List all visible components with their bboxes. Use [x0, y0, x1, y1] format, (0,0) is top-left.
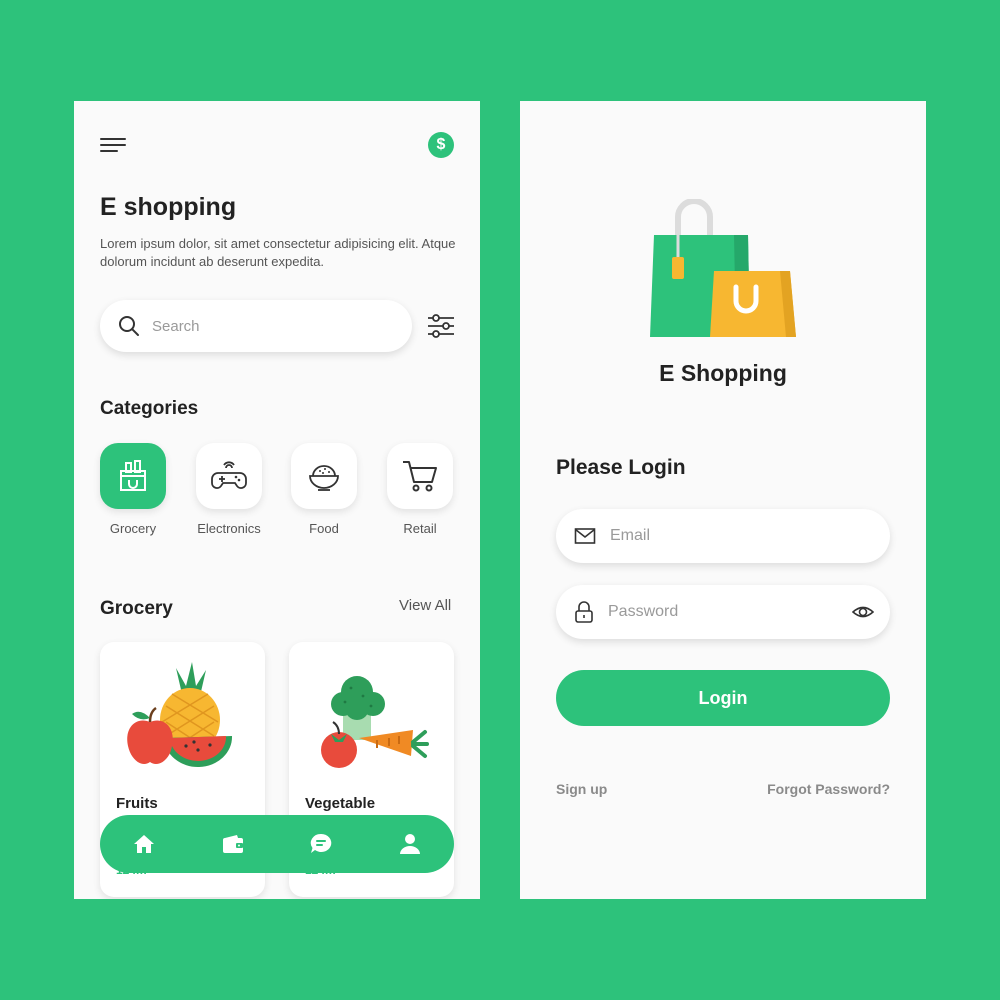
- home-screen: $ E shopping Lorem ipsum dolor, sit amet…: [74, 101, 480, 899]
- sign-up-link[interactable]: Sign up: [556, 781, 607, 797]
- eye-icon[interactable]: [852, 601, 874, 623]
- nav-profile[interactable]: [390, 824, 430, 864]
- category-label: Grocery: [109, 521, 157, 536]
- grocery-heading: Grocery: [100, 598, 173, 619]
- search-input[interactable]: [152, 317, 372, 335]
- email-field[interactable]: [556, 509, 890, 563]
- login-screen: E Shopping Please Login Login Sign up Fo…: [520, 101, 926, 899]
- dollar-coin-icon[interactable]: $: [428, 132, 454, 158]
- nav-chat[interactable]: [301, 824, 341, 864]
- login-button[interactable]: Login: [556, 670, 890, 726]
- grocery-bag-icon: [120, 460, 146, 491]
- category-tile[interactable]: [100, 443, 166, 509]
- view-all-link[interactable]: View All: [399, 597, 451, 614]
- categories-heading: Categories: [100, 398, 199, 419]
- mail-icon: [574, 528, 596, 544]
- category-food[interactable]: Food: [289, 443, 359, 536]
- category-tile[interactable]: [196, 443, 262, 509]
- category-tile[interactable]: [291, 443, 357, 509]
- product-name: Fruits: [116, 795, 158, 812]
- vegetables-illustration: [321, 676, 429, 768]
- password-field[interactable]: [556, 585, 890, 639]
- forgot-password-link[interactable]: Forgot Password?: [767, 781, 890, 797]
- nav-wallet[interactable]: [213, 824, 253, 864]
- bottom-nav: [100, 815, 454, 873]
- shopping-bags-logo: [650, 199, 796, 337]
- menu-icon[interactable]: [100, 138, 128, 154]
- category-retail[interactable]: Retail: [385, 443, 455, 536]
- category-label: Electronics: [197, 521, 261, 536]
- page-title: E shopping: [100, 193, 237, 221]
- category-label: Food: [309, 521, 339, 536]
- category-grocery[interactable]: Grocery: [98, 443, 168, 536]
- category-electronics[interactable]: Electronics: [194, 443, 264, 536]
- page-description: Lorem ipsum dolor, sit amet consectetur …: [100, 236, 456, 269]
- password-input[interactable]: [608, 603, 828, 621]
- search-icon: [119, 316, 139, 336]
- nav-home[interactable]: [124, 824, 164, 864]
- login-heading: Please Login: [556, 456, 686, 479]
- wallet-icon: [222, 835, 243, 853]
- brand-title: E Shopping: [659, 360, 787, 386]
- chat-icon: [311, 833, 332, 853]
- category-tile[interactable]: [387, 443, 453, 509]
- filter-sliders-icon[interactable]: [426, 311, 456, 341]
- cart-icon: [403, 461, 437, 492]
- product-name: Vegetable: [305, 795, 376, 812]
- category-label: Retail: [403, 521, 437, 536]
- fruits-illustration: [127, 662, 233, 768]
- food-bowl-icon: [309, 465, 339, 491]
- email-input[interactable]: [610, 527, 830, 545]
- search-bar[interactable]: [100, 300, 412, 352]
- gamepad-icon: [211, 461, 247, 489]
- home-icon: [134, 835, 155, 853]
- lock-icon: [575, 601, 593, 623]
- user-icon: [399, 834, 420, 854]
